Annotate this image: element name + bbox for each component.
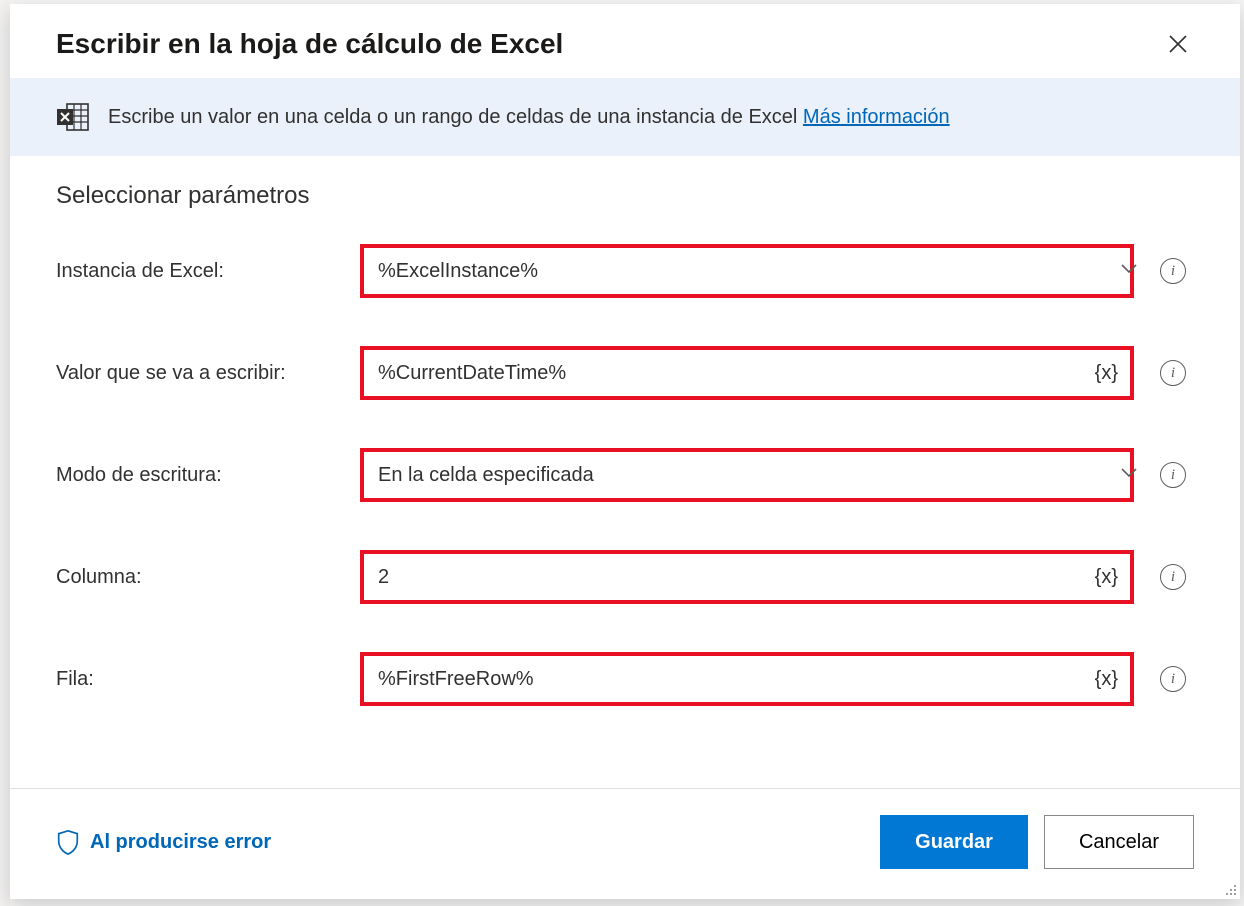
label-excel-instance: Instancia de Excel:	[56, 260, 342, 283]
on-error-label: Al producirse error	[90, 831, 271, 854]
input-excel-instance[interactable]	[364, 248, 1106, 294]
row-row: Fila: {x} i	[56, 652, 1194, 706]
label-column: Columna:	[56, 566, 342, 589]
dialog-body: Seleccionar parámetros Instancia de Exce…	[10, 156, 1240, 788]
resize-grip[interactable]	[1221, 880, 1237, 896]
label-value-to-write: Valor que se va a escribir:	[56, 362, 342, 385]
field-excel-instance[interactable]	[360, 244, 1134, 298]
info-text-content: Escribe un valor en una celda o un rango…	[108, 106, 803, 128]
dialog-title: Escribir en la hoja de cálculo de Excel	[56, 28, 1162, 60]
on-error-link[interactable]: Al producirse error	[56, 829, 271, 855]
info-icon[interactable]: i	[1160, 462, 1186, 488]
close-icon	[1168, 34, 1188, 54]
dialog-write-excel: Escribir en la hoja de cálculo de Excel …	[10, 4, 1240, 899]
label-write-mode: Modo de escritura:	[56, 464, 342, 487]
more-info-link[interactable]: Más información	[803, 106, 950, 128]
close-button[interactable]	[1162, 28, 1194, 60]
save-button[interactable]: Guardar	[880, 815, 1028, 869]
field-value-to-write[interactable]: {x}	[360, 346, 1134, 400]
info-banner-text: Escribe un valor en una celda o un rango…	[108, 106, 950, 129]
info-icon[interactable]: i	[1160, 666, 1186, 692]
cancel-button[interactable]: Cancelar	[1044, 815, 1194, 869]
info-icon[interactable]: i	[1160, 258, 1186, 284]
shield-icon	[56, 829, 80, 855]
row-column: Columna: {x} i	[56, 550, 1194, 604]
info-icon[interactable]: i	[1160, 360, 1186, 386]
row-write-mode: Modo de escritura: i	[56, 448, 1194, 502]
chevron-down-icon[interactable]	[1106, 461, 1130, 489]
field-write-mode[interactable]	[360, 448, 1134, 502]
dialog-header: Escribir en la hoja de cálculo de Excel	[10, 4, 1240, 78]
select-write-mode[interactable]	[364, 452, 1106, 498]
input-column[interactable]	[364, 554, 1083, 600]
variable-picker-button[interactable]: {x}	[1083, 668, 1130, 691]
info-icon[interactable]: i	[1160, 564, 1186, 590]
dialog-footer: Al producirse error Guardar Cancelar	[10, 788, 1240, 899]
input-value-to-write[interactable]	[364, 350, 1083, 396]
row-excel-instance: Instancia de Excel: i	[56, 244, 1194, 298]
background-strip	[0, 0, 10, 906]
section-title: Seleccionar parámetros	[56, 182, 1194, 210]
variable-picker-button[interactable]: {x}	[1083, 362, 1130, 385]
variable-picker-button[interactable]: {x}	[1083, 566, 1130, 589]
row-value-to-write: Valor que se va a escribir: {x} i	[56, 346, 1194, 400]
chevron-down-icon[interactable]	[1106, 257, 1130, 285]
label-row: Fila:	[56, 668, 342, 691]
field-column[interactable]: {x}	[360, 550, 1134, 604]
info-banner: Escribe un valor en una celda o un rango…	[10, 78, 1240, 156]
excel-icon	[56, 102, 90, 132]
field-row[interactable]: {x}	[360, 652, 1134, 706]
input-row[interactable]	[364, 656, 1083, 702]
